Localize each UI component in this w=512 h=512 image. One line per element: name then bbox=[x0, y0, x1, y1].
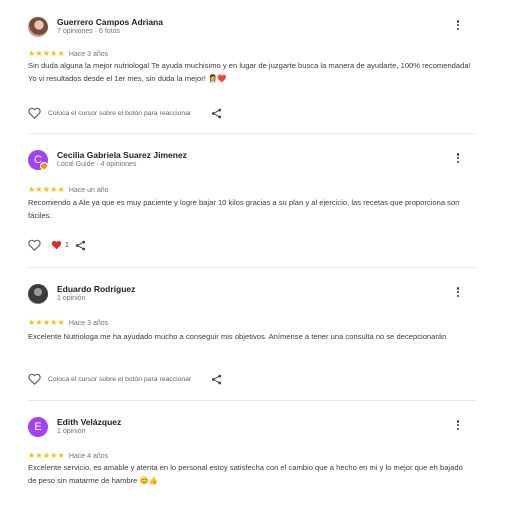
review-date: Hace 3 años bbox=[68, 51, 109, 58]
review-text: Excelente Nutriologa me ha ayudado mucho… bbox=[28, 330, 473, 343]
avatar[interactable]: E bbox=[28, 417, 48, 437]
more-options-icon[interactable] bbox=[452, 19, 464, 33]
reviewer-name[interactable]: Cecilia Gabriela Suarez Jimenez bbox=[57, 150, 187, 160]
reviewer-meta: 1 opinión bbox=[57, 295, 86, 302]
review-actions: Coloca el cursor sobre el botón para rea… bbox=[28, 107, 222, 119]
review-body: Excelente servicio, es amable y atenta e… bbox=[28, 463, 463, 485]
review-text: Excelente servicio, es amable y atenta e… bbox=[28, 461, 473, 487]
share-icon[interactable] bbox=[211, 108, 222, 119]
review-actions: Coloca el cursor sobre el botón para rea… bbox=[28, 373, 222, 385]
review-body: Recomiendo a Ale ya que es muy paciente … bbox=[28, 198, 460, 220]
more-options-icon[interactable] bbox=[452, 286, 464, 300]
divider bbox=[28, 400, 476, 401]
more-options-icon[interactable] bbox=[452, 152, 464, 166]
red-heart-reaction-icon[interactable] bbox=[51, 240, 62, 250]
star-rating: ★★★★★ bbox=[28, 318, 65, 327]
share-icon[interactable] bbox=[75, 240, 86, 251]
review-emojis: 👩‍⚕️❤️ bbox=[207, 74, 227, 83]
more-options-icon[interactable] bbox=[452, 419, 464, 433]
rating-row: ★★★★★ Hace un año bbox=[28, 179, 109, 197]
review-body: Excelente Nutriologa me ha ayudado mucho… bbox=[28, 332, 447, 341]
reviewer-name[interactable]: Edith Velázquez bbox=[57, 417, 121, 427]
divider bbox=[28, 133, 476, 134]
rating-row: ★★★★★ Hace 3 años bbox=[28, 312, 108, 330]
review-date: Hace 3 años bbox=[68, 320, 109, 327]
divider bbox=[28, 267, 476, 268]
reviewer-name[interactable]: Eduardo Rodríguez bbox=[57, 284, 135, 294]
local-guide-badge-icon bbox=[40, 162, 48, 170]
star-rating: ★★★★★ bbox=[28, 185, 65, 194]
heart-icon[interactable] bbox=[28, 107, 41, 119]
review-date: Hace 4 años bbox=[68, 453, 109, 460]
reviewer-meta: 1 opinión bbox=[57, 428, 86, 435]
star-rating: ★★★★★ bbox=[28, 49, 65, 58]
reviewer-meta: Local Guide · 4 opiniones bbox=[57, 161, 137, 168]
avatar-initial: E bbox=[34, 421, 42, 433]
reaction-hint: Coloca el cursor sobre el botón para rea… bbox=[48, 375, 192, 383]
review-body: Sin duda alguna la mejor nutriologa! Te … bbox=[28, 61, 471, 83]
star-rating: ★★★★★ bbox=[28, 451, 65, 460]
review-emojis: 😊👍 bbox=[139, 476, 159, 485]
reaction-hint: Coloca el cursor sobre el botón para rea… bbox=[48, 109, 192, 117]
reviewer-meta: 7 opiniones · 6 fotos bbox=[57, 28, 121, 35]
reviewer-name[interactable]: Guerrero Campos Adriana bbox=[57, 17, 163, 27]
review-date: Hace un año bbox=[68, 187, 109, 194]
review-actions: 1 bbox=[28, 239, 86, 251]
reaction-count: 1 bbox=[65, 241, 69, 249]
heart-icon[interactable] bbox=[28, 373, 41, 385]
avatar[interactable] bbox=[28, 284, 48, 304]
avatar[interactable] bbox=[28, 17, 48, 37]
heart-icon[interactable] bbox=[28, 239, 41, 251]
review-text: Recomiendo a Ale ya que es muy paciente … bbox=[28, 196, 473, 222]
share-icon[interactable] bbox=[211, 374, 222, 385]
review-text: Sin duda alguna la mejor nutriologa! Te … bbox=[28, 59, 473, 85]
